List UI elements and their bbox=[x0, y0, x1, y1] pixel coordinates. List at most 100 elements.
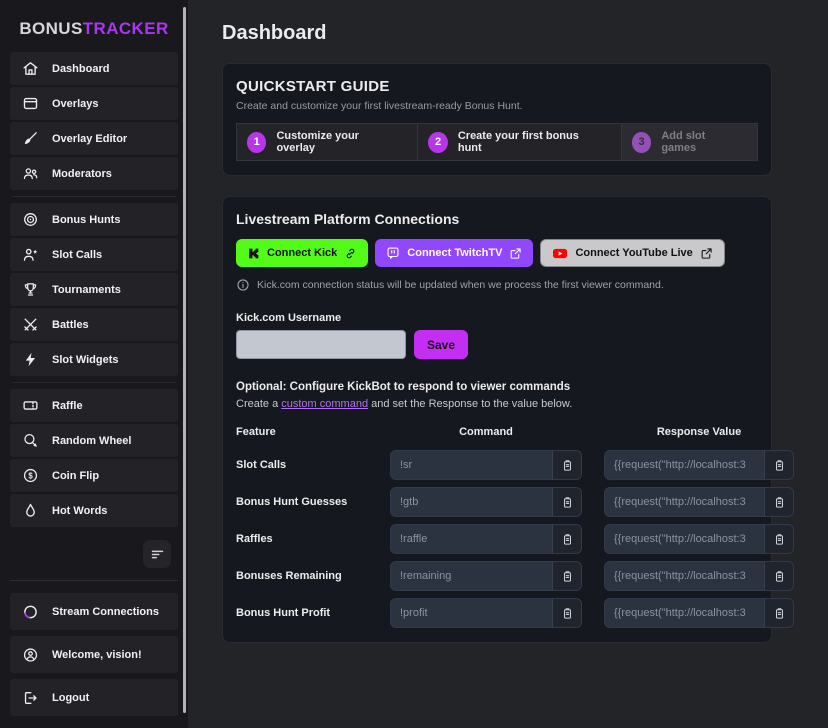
save-button[interactable]: Save bbox=[414, 330, 468, 359]
clipboard-icon bbox=[561, 459, 574, 472]
link-icon bbox=[344, 247, 357, 260]
command-input[interactable] bbox=[391, 488, 552, 516]
sidebar-item-dashboard[interactable]: Dashboard bbox=[10, 52, 178, 85]
page-title: Dashboard bbox=[222, 22, 828, 45]
main-content: Dashboard QUICKSTART GUIDE Create and cu… bbox=[188, 0, 828, 728]
copy-response-button[interactable] bbox=[764, 599, 793, 627]
command-field bbox=[390, 598, 582, 628]
sidebar-item-logout[interactable]: Logout bbox=[10, 679, 178, 716]
kick-username-input[interactable] bbox=[236, 330, 406, 359]
copy-command-button[interactable] bbox=[552, 488, 581, 516]
sidebar-item-stream-connections[interactable]: Stream Connections bbox=[10, 593, 178, 630]
feature-label: Slot Calls bbox=[236, 459, 368, 471]
copy-command-button[interactable] bbox=[552, 562, 581, 590]
sidebar-item-label: Random Wheel bbox=[52, 435, 131, 447]
nav-group-divider bbox=[12, 196, 176, 197]
sidebar-item-label: Hot Words bbox=[52, 505, 107, 517]
command-input[interactable] bbox=[391, 451, 552, 479]
response-field bbox=[604, 487, 794, 517]
copy-response-button[interactable] bbox=[764, 451, 793, 479]
response-input[interactable] bbox=[605, 451, 764, 479]
sidebar-item-overlays[interactable]: Overlays bbox=[10, 87, 178, 120]
clipboard-icon bbox=[773, 496, 786, 509]
copy-response-button[interactable] bbox=[764, 488, 793, 516]
column-header-response: Response Value bbox=[604, 426, 794, 443]
sidebar-footer-divider bbox=[10, 580, 178, 581]
response-field bbox=[604, 598, 794, 628]
command-input[interactable] bbox=[391, 525, 552, 553]
sidebar-item-overlay-editor[interactable]: Overlay Editor bbox=[10, 122, 178, 155]
connect-twitch-label: Connect TwitchTV bbox=[407, 247, 502, 259]
copy-response-button[interactable] bbox=[764, 562, 793, 590]
column-header-command: Command bbox=[390, 426, 582, 443]
pointer-wheel-icon bbox=[22, 432, 39, 449]
quickstart-steps: 1 Customize your overlay 2 Create your f… bbox=[236, 123, 758, 161]
sidebar-item-moderators[interactable]: Moderators bbox=[10, 157, 178, 190]
user-circle-icon bbox=[22, 646, 39, 663]
kickbot-command-table: Feature Command Response Value Slot Call… bbox=[236, 426, 758, 628]
sidebar-item-hot-words[interactable]: Hot Words bbox=[10, 494, 178, 527]
sidebar-nav: Dashboard Overlays Overlay Editor Modera… bbox=[0, 52, 188, 527]
align-left-icon bbox=[150, 547, 165, 562]
sidebar-item-label: Dashboard bbox=[52, 63, 109, 75]
step-label: Add slot games bbox=[661, 130, 737, 154]
clipboard-icon bbox=[561, 607, 574, 620]
custom-command-link[interactable]: custom command bbox=[281, 398, 368, 410]
connect-youtube-button[interactable]: Connect YouTube Live bbox=[540, 239, 724, 267]
copy-command-button[interactable] bbox=[552, 525, 581, 553]
sidebar-scrollbar[interactable] bbox=[183, 7, 186, 713]
sidebar-item-label: Tournaments bbox=[52, 284, 121, 296]
kick-logo-icon bbox=[247, 247, 260, 260]
sidebar-collapse-button[interactable] bbox=[143, 540, 171, 568]
step-number-badge: 2 bbox=[428, 132, 447, 153]
command-field bbox=[390, 524, 582, 554]
sidebar-item-raffle[interactable]: Raffle bbox=[10, 389, 178, 422]
sidebar-item-tournaments[interactable]: Tournaments bbox=[10, 273, 178, 306]
sidebar-item-battles[interactable]: Battles bbox=[10, 308, 178, 341]
info-icon bbox=[236, 278, 250, 292]
feature-label: Raffles bbox=[236, 533, 368, 545]
sidebar-item-bonus-hunts[interactable]: Bonus Hunts bbox=[10, 203, 178, 236]
sidebar-item-label: Overlays bbox=[52, 98, 98, 110]
kick-username-label: Kick.com Username bbox=[236, 312, 758, 324]
quickstart-card: QUICKSTART GUIDE Create and customize yo… bbox=[222, 63, 772, 176]
sidebar-item-coin-flip[interactable]: $ Coin Flip bbox=[10, 459, 178, 492]
instruction-prefix: Create a bbox=[236, 398, 281, 410]
response-input[interactable] bbox=[605, 562, 764, 590]
copy-command-button[interactable] bbox=[552, 451, 581, 479]
app-logo: BONUSTRACKER bbox=[0, 0, 188, 52]
clipboard-icon bbox=[773, 533, 786, 546]
sidebar-item-label: Welcome, vision! bbox=[52, 649, 142, 661]
quickstart-step-2: 2 Create your first bonus hunt bbox=[418, 124, 622, 160]
logout-icon bbox=[22, 689, 39, 706]
sidebar-item-label: Logout bbox=[52, 692, 89, 704]
kick-username-row: Save bbox=[236, 330, 758, 359]
copy-command-button[interactable] bbox=[552, 599, 581, 627]
connections-title: Livestream Platform Connections bbox=[236, 211, 758, 227]
connect-kick-button[interactable]: Connect Kick bbox=[236, 239, 368, 267]
connect-buttons-row: Connect Kick Connect TwitchTV Connect Yo bbox=[236, 239, 758, 267]
copy-response-button[interactable] bbox=[764, 525, 793, 553]
sidebar-item-account[interactable]: Welcome, vision! bbox=[10, 636, 178, 673]
quickstart-step-3: 3 Add slot games bbox=[622, 124, 757, 160]
response-input[interactable] bbox=[605, 599, 764, 627]
response-field bbox=[604, 524, 794, 554]
sidebar-item-random-wheel[interactable]: Random Wheel bbox=[10, 424, 178, 457]
logo-text-accent: TRACKER bbox=[83, 19, 169, 38]
bolt-icon bbox=[22, 351, 39, 368]
command-input[interactable] bbox=[391, 562, 552, 590]
clipboard-icon bbox=[773, 459, 786, 472]
clipboard-icon bbox=[561, 533, 574, 546]
response-input[interactable] bbox=[605, 488, 764, 516]
twitch-logo-icon bbox=[386, 246, 400, 260]
sidebar-item-slot-widgets[interactable]: Slot Widgets bbox=[10, 343, 178, 376]
response-input[interactable] bbox=[605, 525, 764, 553]
sidebar: BONUSTRACKER Dashboard Overlays Overlay … bbox=[0, 0, 188, 728]
connect-twitch-button[interactable]: Connect TwitchTV bbox=[375, 239, 533, 267]
command-field bbox=[390, 450, 582, 480]
sidebar-item-label: Slot Calls bbox=[52, 249, 102, 261]
feature-label: Bonuses Remaining bbox=[236, 570, 368, 582]
sidebar-item-slot-calls[interactable]: Slot Calls bbox=[10, 238, 178, 271]
command-input[interactable] bbox=[391, 599, 552, 627]
kick-status-info: Kick.com connection status will be updat… bbox=[236, 278, 758, 292]
